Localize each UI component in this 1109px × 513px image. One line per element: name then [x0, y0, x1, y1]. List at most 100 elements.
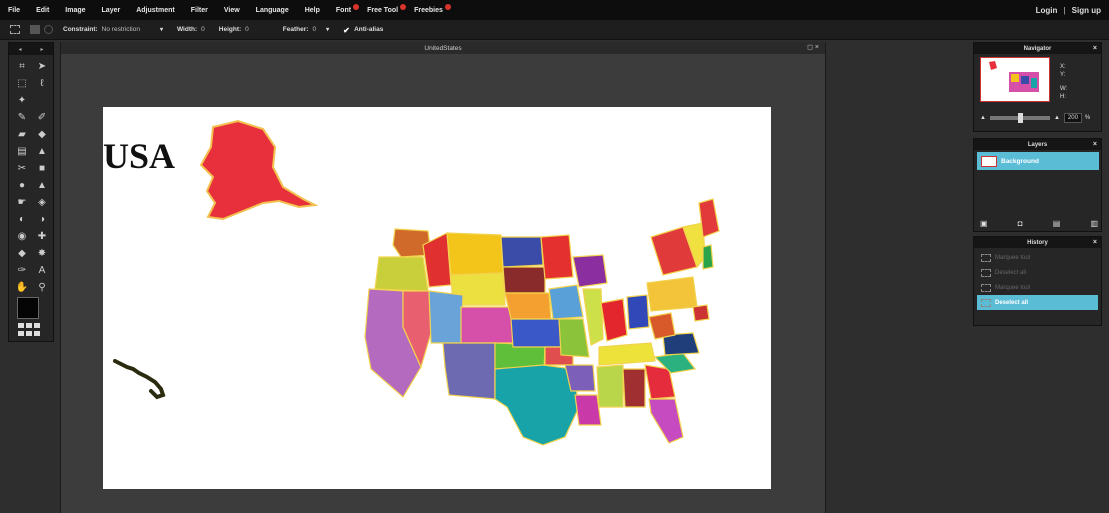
- history-header: History ×: [974, 237, 1101, 248]
- stamp-icon[interactable]: ▲: [33, 143, 51, 159]
- layer-thumbnail: [981, 155, 997, 167]
- close-icon[interactable]: ×: [1093, 45, 1097, 52]
- deselect-icon: [981, 268, 991, 277]
- trash-icon[interactable]: ▥: [1090, 219, 1098, 228]
- rect-select-icon[interactable]: [30, 25, 40, 34]
- layer-mask-icon[interactable]: ◘: [1018, 219, 1023, 228]
- color-replace-icon[interactable]: ✂: [13, 160, 31, 176]
- lasso-icon[interactable]: ℓ: [33, 75, 51, 91]
- drawing-icon[interactable]: ■: [33, 160, 51, 176]
- collapse-right-icon[interactable]: ▸: [40, 46, 43, 53]
- ellipse-select-icon[interactable]: [44, 25, 53, 34]
- move-icon[interactable]: ➤: [33, 58, 51, 74]
- width-field[interactable]: Width: 0: [177, 26, 205, 33]
- document-title: UnitedStates: [424, 44, 462, 52]
- swatch-grid-icon[interactable]: [18, 323, 42, 337]
- menu-layer[interactable]: Layer: [94, 7, 129, 14]
- red-eye-icon[interactable]: ◉: [13, 228, 31, 244]
- sharpen-icon[interactable]: ▲: [33, 177, 51, 193]
- zoom-slider-thumb[interactable]: [1017, 113, 1023, 123]
- history-item[interactable]: Marquee tool: [977, 250, 1098, 265]
- signup-link[interactable]: Sign up: [1072, 6, 1101, 15]
- zoom-slider[interactable]: [989, 113, 1050, 123]
- pencil-icon[interactable]: ✎: [13, 109, 31, 125]
- menu-edit[interactable]: Edit: [28, 7, 57, 14]
- deselect-icon: [981, 298, 991, 307]
- new-badge: [444, 3, 451, 10]
- menu-adjustment[interactable]: Adjustment: [128, 7, 183, 14]
- sponge-icon[interactable]: ◈: [33, 194, 51, 210]
- gradient-icon[interactable]: ▤: [13, 143, 31, 159]
- history-item-active[interactable]: Deselect all: [977, 295, 1098, 310]
- chevron-down-icon: ▾: [159, 27, 163, 33]
- toolbox-header: ◂ ▸: [9, 43, 53, 55]
- chevron-down-icon: ▾: [326, 27, 330, 33]
- zoom-input[interactable]: 200: [1063, 113, 1082, 123]
- blank: [33, 92, 51, 108]
- type-icon[interactable]: A: [33, 262, 51, 278]
- layer-item-background[interactable]: Background: [977, 152, 1099, 170]
- navigator-panel: Navigator × X: Y: W: H: ▲ ▲ 200 %: [973, 42, 1102, 132]
- layer-toolbar: ▣ ◘ ▤ ▥: [980, 219, 1098, 228]
- close-icon[interactable]: ×: [1093, 239, 1097, 246]
- navigator-thumbnail[interactable]: [980, 57, 1050, 102]
- constraint-value: No restriction: [101, 26, 140, 33]
- primary-color-swatch[interactable]: [17, 297, 39, 319]
- blur-icon[interactable]: ●: [13, 177, 31, 193]
- brush-icon[interactable]: ✐: [33, 109, 51, 125]
- height-field[interactable]: Height: 0: [219, 26, 249, 33]
- marquee-icon[interactable]: ⬚: [13, 75, 31, 91]
- us-map-thumbnail: [989, 61, 1039, 92]
- menu-help[interactable]: Help: [297, 7, 328, 14]
- checkmark-icon: ✔: [343, 25, 350, 35]
- menu-view[interactable]: View: [216, 7, 248, 14]
- image-canvas[interactable]: USA: [103, 107, 771, 489]
- alaska-shape: [199, 119, 319, 221]
- document-window-controls[interactable]: ◻ ×: [807, 43, 819, 51]
- burn-icon[interactable]: ◑: [33, 211, 51, 227]
- toolbox: ◂ ▸ ⌗ ➤ ⬚ ℓ ✦ ✎ ✐ ▰ ◆ ▤ ▲ ✂ ■ ● ▲ ☛ ◈ ◐ ◑ ◉ ✚ ◆ ✸ ✑ A ✋ ⚲: [8, 42, 54, 342]
- zoom-controls: ▲ ▲ 200 %: [980, 113, 1098, 123]
- constraint-select[interactable]: Constraint: No restriction ▾: [63, 26, 163, 33]
- history-item[interactable]: Marquee tool: [977, 280, 1098, 295]
- smudge-icon[interactable]: ☛: [13, 194, 31, 210]
- us-map-illustration: [113, 119, 720, 446]
- document-window: UnitedStates ◻ × USA: [60, 42, 826, 513]
- marquee-icon: [981, 283, 991, 292]
- menu-language[interactable]: Language: [248, 7, 297, 14]
- layer-settings-icon[interactable]: ▣: [980, 219, 988, 228]
- login-link[interactable]: Login: [1036, 6, 1058, 15]
- menu-font[interactable]: Font: [328, 3, 360, 14]
- menu-freebies[interactable]: Freebies: [406, 3, 451, 14]
- feather-field[interactable]: Feather: 0 ▾: [283, 26, 329, 33]
- zoom-out-icon[interactable]: ▲: [980, 115, 986, 121]
- zoom-in-icon[interactable]: ▲: [1054, 115, 1060, 121]
- dodge-icon[interactable]: ◐: [13, 211, 31, 227]
- menu-filter[interactable]: Filter: [183, 7, 216, 14]
- document-titlebar: UnitedStates ◻ ×: [61, 42, 825, 54]
- bucket-icon[interactable]: ◆: [33, 126, 51, 142]
- hawaii-shape: [113, 359, 166, 400]
- menu-divider: |: [1063, 5, 1066, 15]
- menu-free-tool[interactable]: Free Tool: [359, 3, 407, 14]
- history-item[interactable]: Deselect all: [977, 265, 1098, 280]
- eraser-icon[interactable]: ▰: [13, 126, 31, 142]
- antialias-checkbox[interactable]: ✔ Anti-alias: [343, 25, 383, 35]
- layers-panel: Layers × Background ▣ ◘ ▤ ▥: [973, 138, 1102, 232]
- menu-file[interactable]: File: [0, 7, 28, 14]
- color-picker-icon[interactable]: ✑: [13, 262, 31, 278]
- bloat-icon[interactable]: ◆: [13, 245, 31, 261]
- crop-icon[interactable]: ⌗: [13, 58, 31, 74]
- marquee-icon[interactable]: [10, 25, 20, 34]
- zoom-icon[interactable]: ⚲: [33, 279, 51, 295]
- pinch-icon[interactable]: ✸: [33, 245, 51, 261]
- magic-wand-icon[interactable]: ✦: [13, 92, 31, 108]
- menu-image[interactable]: Image: [57, 7, 93, 14]
- options-bar: Constraint: No restriction ▾ Width: 0 He…: [0, 20, 1109, 40]
- layers-header: Layers ×: [974, 139, 1101, 150]
- spot-heal-icon[interactable]: ✚: [33, 228, 51, 244]
- new-layer-icon[interactable]: ▤: [1053, 219, 1061, 228]
- collapse-left-icon[interactable]: ◂: [18, 46, 21, 53]
- close-icon[interactable]: ×: [1093, 141, 1097, 148]
- hand-icon[interactable]: ✋: [13, 279, 31, 295]
